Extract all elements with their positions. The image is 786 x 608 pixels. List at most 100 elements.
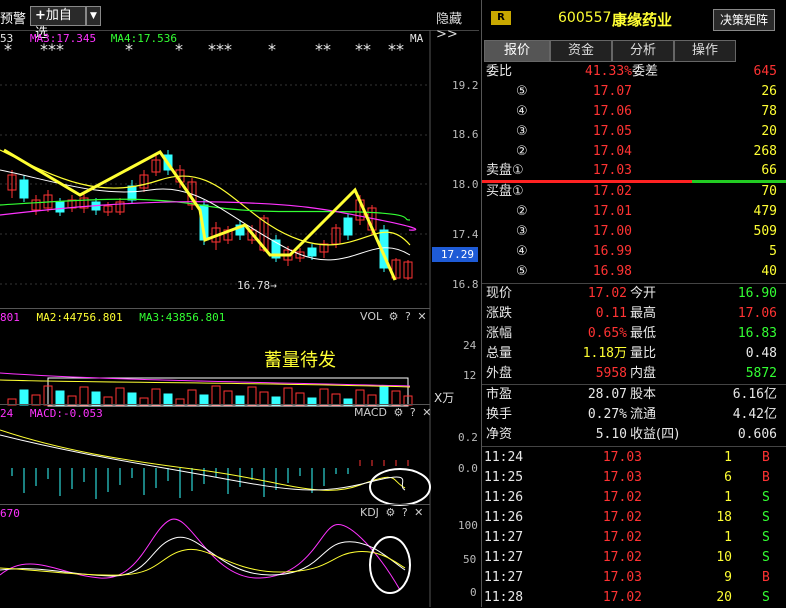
bid-row[interactable]: ③ 17.00 509 <box>482 222 782 242</box>
kdj-legend: 670 <box>0 507 20 520</box>
kdj-axis-label: 0 <box>470 586 477 599</box>
tab-analysis[interactable]: 分析 <box>612 40 674 62</box>
volume-bar <box>283 387 293 406</box>
tick-row[interactable]: 11:24 17.03 1 B <box>482 448 782 468</box>
volume-bar <box>19 389 29 406</box>
ask-row[interactable]: 卖盘① 17.03 66 <box>482 161 782 181</box>
chart-area[interactable]: 预警 +加自选 ▼ 隐藏>> 53 MA3:17.345 MA4:17.536 … <box>0 0 479 607</box>
tick-row[interactable]: 11:27 17.02 10 S <box>482 548 782 568</box>
tab-quote[interactable]: 报价 <box>484 40 550 62</box>
gear-icon[interactable]: ⚙ <box>389 310 399 323</box>
decision-matrix-button[interactable]: 决策矩阵 <box>713 9 775 31</box>
low-price-label: 16.78→ <box>237 279 277 292</box>
price-axis-label: 16.8 <box>452 278 479 291</box>
tab-funds[interactable]: 资金 <box>550 40 612 62</box>
bid-row[interactable]: 买盘① 17.02 70 <box>482 182 782 202</box>
help-icon[interactable]: ? <box>410 406 416 419</box>
level-label: 买盘① <box>486 184 524 199</box>
volume: 40 <box>761 264 777 279</box>
kdj-axis-label: 100 <box>458 519 478 532</box>
quote-row: 涨跌 0.11 最高 17.06 <box>486 306 777 321</box>
volume: 479 <box>753 204 777 219</box>
macd-line <box>0 429 406 491</box>
star-marker: * <box>125 40 133 59</box>
macd-axis-label: 0.2 <box>458 431 478 444</box>
level-label: ⑤ <box>516 84 528 99</box>
level-label: ② <box>516 204 528 219</box>
tick-row[interactable]: 11:25 17.03 6 B <box>482 468 782 488</box>
highlight-circle <box>369 536 411 594</box>
price-axis-label: 18.6 <box>452 128 479 141</box>
quote-tabs: 报价 资金 分析 操作 <box>482 40 786 62</box>
panel-divider <box>0 404 430 405</box>
volume-bar <box>211 385 221 406</box>
star-marker: ** <box>355 40 371 59</box>
kdj-lines <box>0 518 411 594</box>
vol-unit: X万 <box>434 391 455 405</box>
vol-ma-line <box>0 372 411 387</box>
close-icon[interactable]: ✕ <box>417 310 426 323</box>
vol-axis-label: 24 <box>463 339 477 352</box>
macd-legend: 24 MACD:-0.053 <box>0 407 103 420</box>
vol-annotation: 蓄量待发 <box>264 350 336 371</box>
price: 17.06 <box>592 104 632 119</box>
dropdown-arrow-icon[interactable]: ▼ <box>86 6 101 26</box>
level-label: ③ <box>516 224 528 239</box>
volume-bar <box>115 387 125 406</box>
volume: 70 <box>761 184 777 199</box>
help-icon[interactable]: ? <box>402 506 408 519</box>
macd-panel-tools: MACD ⚙ ? ✕ <box>354 406 432 419</box>
ask-row[interactable]: ③ 17.05 20 <box>482 122 782 142</box>
close-icon[interactable]: ✕ <box>414 506 423 519</box>
quote-panel: R 600557 康缘药业 决策矩阵 报价 资金 分析 操作 委比 41.33%… <box>481 0 786 607</box>
level-label: ⑤ <box>516 264 528 279</box>
candle-body <box>19 179 29 199</box>
quote-row: 总量 1.18万 量比 0.48 <box>486 346 777 361</box>
volume-bar <box>223 390 233 406</box>
tick-row[interactable]: 11:28 17.02 20 S <box>482 588 782 608</box>
star-marker: ** <box>315 40 331 59</box>
price: 16.99 <box>592 244 632 259</box>
bid-row[interactable]: ② 17.01 479 <box>482 202 782 222</box>
tick-row[interactable]: 11:27 17.02 1 S <box>482 528 782 548</box>
tick-row[interactable]: 11:27 17.03 9 B <box>482 568 782 588</box>
tab-operation[interactable]: 操作 <box>674 40 736 62</box>
ask-row[interactable]: ⑤ 17.07 26 <box>482 82 782 102</box>
stock-name: 康缘药业 <box>612 11 673 29</box>
kdj-line <box>0 518 401 591</box>
chart-toolbar: 预警 +加自选 ▼ 隐藏>> <box>0 0 479 42</box>
price-axis-label: 18.0 <box>452 178 479 191</box>
add-watchlist-button[interactable]: +加自选 <box>30 6 86 41</box>
highlight-circle <box>369 468 431 506</box>
vol-legend: 801 MA2:44756.801 MA3:43856.801 <box>0 311 226 324</box>
fin-row: 净资 5.10 收益(四) 0.606 <box>486 427 777 442</box>
close-icon[interactable]: ✕ <box>422 406 431 419</box>
help-icon[interactable]: ? <box>405 310 411 323</box>
star-marker: *** <box>40 40 64 59</box>
volume-bar <box>55 390 65 406</box>
volume: 509 <box>753 224 777 239</box>
ask-row[interactable]: ④ 17.06 78 <box>482 102 782 122</box>
ask-row[interactable]: ② 17.04 268 <box>482 142 782 162</box>
tick-row[interactable]: 11:26 17.02 1 S <box>482 488 782 508</box>
macd-line <box>0 434 406 491</box>
candle-body <box>343 217 353 236</box>
fin-row: 市盈 28.07 股本 6.16亿 <box>486 387 777 402</box>
warn-label[interactable]: 预警 <box>0 8 26 27</box>
price: 17.01 <box>592 204 632 219</box>
quote-row: 外盘 5958 内盘 5872 <box>486 366 777 381</box>
bid-row[interactable]: ⑤ 16.98 40 <box>482 262 782 282</box>
volume: 5 <box>769 244 777 259</box>
stock-header: R 600557 康缘药业 决策矩阵 <box>482 0 786 36</box>
tick-row[interactable]: 11:26 17.02 18 S <box>482 508 782 528</box>
bid-row[interactable]: ④ 16.99 5 <box>482 242 782 262</box>
price: 17.04 <box>592 144 632 159</box>
plus-icon: + <box>35 8 46 23</box>
gear-icon[interactable]: ⚙ <box>385 506 395 519</box>
price: 17.05 <box>592 124 632 139</box>
gear-icon[interactable]: ⚙ <box>393 406 403 419</box>
volume-bar <box>187 389 197 406</box>
price: 17.07 <box>592 84 632 99</box>
level-label: 卖盘① <box>486 163 524 178</box>
volume: 78 <box>761 104 777 119</box>
